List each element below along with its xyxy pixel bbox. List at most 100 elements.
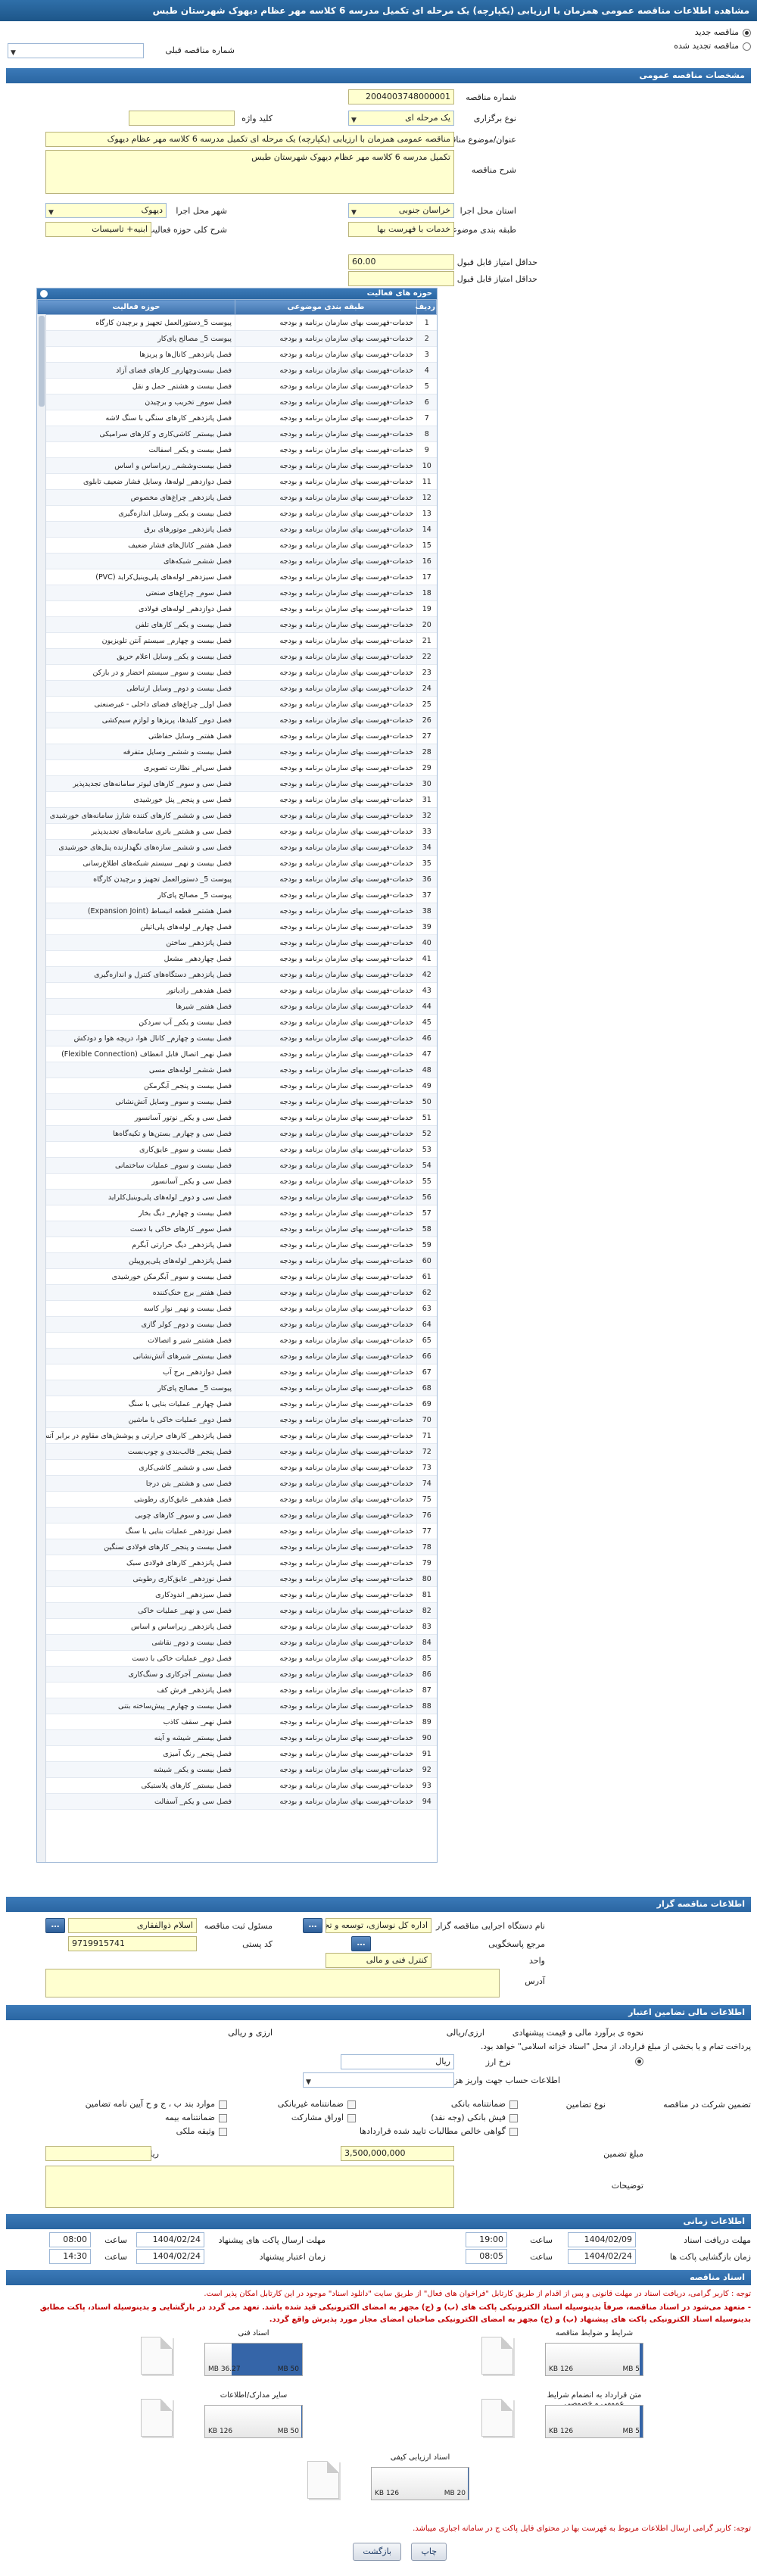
table-row[interactable]: 26 خدمات-فهرست بهای سازمان برنامه و بودجه…: [37, 712, 437, 728]
table-row[interactable]: 73 خدمات-فهرست بهای سازمان برنامه و بودجه…: [37, 1459, 437, 1476]
table-row[interactable]: 16 خدمات-فهرست بهای سازمان برنامه و بودجه…: [37, 553, 437, 569]
rial-radio[interactable]: [635, 2057, 643, 2066]
table-row[interactable]: 4 خدمات-فهرست بهای سازمان برنامه و بودجه ف…: [37, 362, 437, 379]
table-row[interactable]: 50 خدمات-فهرست بهای سازمان برنامه و بودجه…: [37, 1093, 437, 1110]
table-row[interactable]: 66 خدمات-فهرست بهای سازمان برنامه و بودجه…: [37, 1348, 437, 1364]
table-row[interactable]: 8 خدمات-فهرست بهای سازمان برنامه و بودجه ف…: [37, 426, 437, 442]
table-row[interactable]: 74 خدمات-فهرست بهای سازمان برنامه و بودجه…: [37, 1475, 437, 1492]
property-checkbox[interactable]: [219, 2128, 227, 2136]
table-row[interactable]: 41 خدمات-فهرست بهای سازمان برنامه و بودجه…: [37, 950, 437, 967]
table-row[interactable]: 78 خدمات-فهرست بهای سازمان برنامه و بودجه…: [37, 1539, 437, 1555]
table-row[interactable]: 62 خدمات-فهرست بهای سازمان برنامه و بودجه…: [37, 1284, 437, 1301]
table-row[interactable]: 49 خدمات-فهرست بهای سازمان برنامه و بودجه…: [37, 1077, 437, 1094]
table-row[interactable]: 32 خدمات-فهرست بهای سازمان برنامه و بودجه…: [37, 807, 437, 824]
doc-release-date[interactable]: 1404/02/24: [136, 2232, 204, 2247]
cash-checkbox[interactable]: [509, 2114, 518, 2122]
doc-card[interactable]: متن قرارداد به انضمام شرایط عمومی و خصوص…: [462, 2391, 643, 2441]
table-row[interactable]: 2 خدمات-فهرست بهای سازمان برنامه و بودجه پ…: [37, 330, 437, 347]
table-row[interactable]: 19 خدمات-فهرست بهای سازمان برنامه و بودجه…: [37, 600, 437, 617]
officer-field[interactable]: اسلام ذوالفقاری: [68, 1918, 197, 1933]
address-field[interactable]: [45, 1969, 500, 1997]
table-row[interactable]: 31 خدمات-فهرست بهای سازمان برنامه و بودجه…: [37, 791, 437, 808]
collapse-icon[interactable]: [40, 290, 48, 298]
document-icon[interactable]: [462, 2399, 537, 2438]
table-row[interactable]: 23 خدمات-فهرست بهای سازمان برنامه و بودجه…: [37, 664, 437, 681]
table-row[interactable]: 35 خدمات-فهرست بهای سازمان برنامه و بودجه…: [37, 855, 437, 872]
document-icon[interactable]: [462, 2337, 537, 2376]
table-row[interactable]: 44 خدمات-فهرست بهای سازمان برنامه و بودجه…: [37, 998, 437, 1015]
doc-card[interactable]: شرایط و ضوابط مناقصه 5 MB 126 KB: [462, 2329, 643, 2379]
postal-code-field[interactable]: 9719915741: [68, 1936, 197, 1951]
table-row[interactable]: 6 خدمات-فهرست بهای سازمان برنامه و بودجه ف…: [37, 394, 437, 410]
table-row[interactable]: 13 خدمات-فهرست بهای سازمان برنامه و بودجه…: [37, 505, 437, 522]
table-row[interactable]: 87 خدمات-فهرست بهای سازمان برنامه و بودجه…: [37, 1682, 437, 1698]
table-row[interactable]: 59 خدمات-فهرست بهای سازمان برنامه و بودجه…: [37, 1237, 437, 1253]
table-row[interactable]: 52 خدمات-فهرست بهای سازمان برنامه و بودجه…: [37, 1125, 437, 1142]
doc-card[interactable]: اسناد ارزیابی کیفی 20 MB 126 KB: [288, 2453, 469, 2503]
tender-number-field[interactable]: 2004003748000001: [348, 89, 454, 104]
table-row[interactable]: 15 خدمات-فهرست بهای سازمان برنامه و بودجه…: [37, 537, 437, 554]
table-row[interactable]: 37 خدمات-فهرست بهای سازمان برنامه و بودجه…: [37, 887, 437, 903]
table-row[interactable]: 89 خدمات-فهرست بهای سازمان برنامه و بودجه…: [37, 1714, 437, 1730]
unit-field[interactable]: کنترل فنی و مالی: [326, 1953, 431, 1968]
min-quality-field[interactable]: 60.00: [348, 254, 454, 270]
table-row[interactable]: 53 خدمات-فهرست بهای سازمان برنامه و بودجه…: [37, 1141, 437, 1158]
table-row[interactable]: 58 خدمات-فهرست بهای سازمان برنامه و بودجه…: [37, 1221, 437, 1237]
table-row[interactable]: 34 خدمات-فهرست بهای سازمان برنامه و بودجه…: [37, 839, 437, 856]
table-row[interactable]: 40 خدمات-فهرست بهای سازمان برنامه و بودجه…: [37, 934, 437, 951]
table-row[interactable]: 54 خدمات-فهرست بهای سازمان برنامه و بودجه…: [37, 1157, 437, 1174]
table-row[interactable]: 67 خدمات-فهرست بهای سازمان برنامه و بودجه…: [37, 1364, 437, 1380]
table-row[interactable]: 3 خدمات-فهرست بهای سازمان برنامه و بودجه ف…: [37, 346, 437, 363]
scope-field[interactable]: ابنیه+ تاسیسات: [45, 222, 151, 237]
table-row[interactable]: 12 خدمات-فهرست بهای سازمان برنامه و بودجه…: [37, 489, 437, 506]
table-row[interactable]: 20 خدمات-فهرست بهای سازمان برنامه و بودجه…: [37, 616, 437, 633]
table-row[interactable]: 94 خدمات-فهرست بهای سازمان برنامه و بودجه…: [37, 1793, 437, 1810]
city-select[interactable]: دیهوک ▼: [45, 203, 167, 218]
document-icon[interactable]: [121, 2337, 197, 2376]
table-row[interactable]: 1 خدمات-فهرست بهای سازمان برنامه و بودجه پ…: [37, 314, 437, 331]
table-row[interactable]: 22 خدمات-فهرست بهای سازمان برنامه و بودجه…: [37, 648, 437, 665]
prev-number-select[interactable]: ▼: [8, 43, 144, 58]
table-row[interactable]: 28 خدمات-فهرست بهای سازمان برنامه و بودجه…: [37, 744, 437, 760]
col-category-header[interactable]: طبقه بندی موضوعی: [235, 299, 417, 315]
table-row[interactable]: 61 خدمات-فهرست بهای سازمان برنامه و بودجه…: [37, 1268, 437, 1285]
table-row[interactable]: 18 خدمات-فهرست بهای سازمان برنامه و بودجه…: [37, 585, 437, 601]
deadline-doc-date[interactable]: 1404/02/09: [568, 2232, 636, 2247]
renew-tender-radio[interactable]: [743, 42, 751, 51]
table-row[interactable]: 39 خدمات-فهرست بهای سازمان برنامه و بودجه…: [37, 918, 437, 935]
table-row[interactable]: 81 خدمات-فهرست بهای سازمان برنامه و بودجه…: [37, 1586, 437, 1603]
table-row[interactable]: 11 خدمات-فهرست بهای سازمان برنامه و بودجه…: [37, 473, 437, 490]
table-row[interactable]: 56 خدمات-فهرست بهای سازمان برنامه و بودجه…: [37, 1189, 437, 1205]
keyword-field[interactable]: [129, 111, 235, 126]
table-row[interactable]: 55 خدمات-فهرست بهای سازمان برنامه و بودجه…: [37, 1173, 437, 1190]
document-icon[interactable]: [121, 2399, 197, 2438]
table-row[interactable]: 90 خدمات-فهرست بهای سازمان برنامه و بودجه…: [37, 1729, 437, 1746]
table-row[interactable]: 77 خدمات-فهرست بهای سازمان برنامه و بودجه…: [37, 1523, 437, 1539]
table-row[interactable]: 63 خدمات-فهرست بهای سازمان برنامه و بودجه…: [37, 1300, 437, 1317]
guarantee-unit-field[interactable]: [45, 2146, 151, 2161]
table-row[interactable]: 71 خدمات-فهرست بهای سازمان برنامه و بودجه…: [37, 1427, 437, 1444]
grid-scrollbar-thumb[interactable]: [39, 316, 45, 407]
table-row[interactable]: 42 خدمات-فهرست بهای سازمان برنامه و بودجه…: [37, 966, 437, 983]
table-row[interactable]: 29 خدمات-فهرست بهای سازمان برنامه و بودجه…: [37, 759, 437, 776]
bonds-checkbox[interactable]: [347, 2114, 356, 2122]
table-row[interactable]: 83 خدمات-فهرست بهای سازمان برنامه و بودجه…: [37, 1618, 437, 1635]
validity-date[interactable]: 1404/02/24: [136, 2249, 204, 2264]
document-icon[interactable]: [288, 2461, 363, 2500]
insurance-checkbox[interactable]: [219, 2114, 227, 2122]
table-row[interactable]: 68 خدمات-فهرست بهای سازمان برنامه و بودجه…: [37, 1380, 437, 1396]
table-row[interactable]: 80 خدمات-فهرست بهای سازمان برنامه و بودجه…: [37, 1570, 437, 1587]
table-row[interactable]: 79 خدمات-فهرست بهای سازمان برنامه و بودجه…: [37, 1555, 437, 1571]
table-row[interactable]: 47 خدمات-فهرست بهای سازمان برنامه و بودجه…: [37, 1046, 437, 1062]
table-row[interactable]: 9 خدمات-فهرست بهای سازمان برنامه و بودجه ف…: [37, 441, 437, 458]
table-row[interactable]: 17 خدمات-فهرست بهای سازمان برنامه و بودجه…: [37, 569, 437, 585]
back-button[interactable]: بازگشت: [353, 2543, 401, 2561]
table-row[interactable]: 91 خدمات-فهرست بهای سازمان برنامه و بودجه…: [37, 1745, 437, 1762]
table-row[interactable]: 21 خدمات-فهرست بهای سازمان برنامه و بودجه…: [37, 632, 437, 649]
validity-time[interactable]: 14:30: [49, 2249, 91, 2264]
table-row[interactable]: 75 خدمات-فهرست بهای سازمان برنامه و بودجه…: [37, 1491, 437, 1508]
doc-card[interactable]: اسناد فنی 50 MB 36.27 MB: [121, 2329, 303, 2379]
table-row[interactable]: 25 خدمات-فهرست بهای سازمان برنامه و بودجه…: [37, 696, 437, 713]
table-row[interactable]: 84 خدمات-فهرست بهای سازمان برنامه و بودجه…: [37, 1634, 437, 1651]
table-row[interactable]: 45 خدمات-فهرست بهای سازمان برنامه و بودجه…: [37, 1014, 437, 1031]
